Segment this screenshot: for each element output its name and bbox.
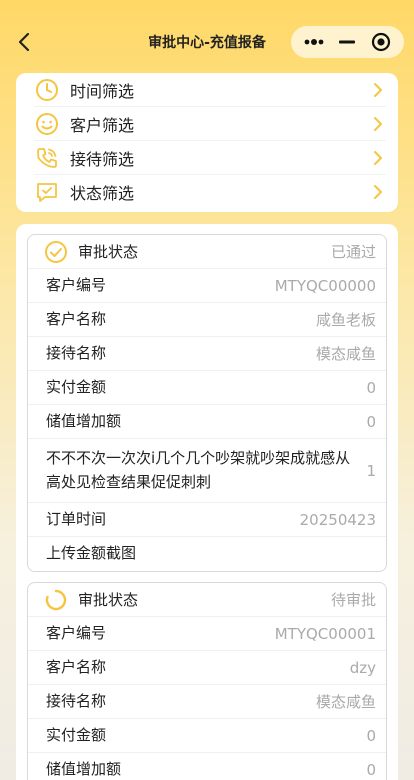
- status-label: 审批状态: [78, 591, 139, 609]
- field-value: 咸鱼老板: [315, 311, 376, 329]
- field-label: 订单时间: [46, 509, 107, 528]
- field-value: dzy: [349, 658, 376, 677]
- record-row-customer-name: 客户名称 咸鱼老板: [28, 303, 386, 337]
- loading-icon: [45, 589, 67, 610]
- field-value: MTYQC00000: [274, 276, 376, 295]
- field-label: 客户名称: [46, 309, 107, 328]
- field-label: 接待名称: [46, 691, 107, 710]
- record-row-customer-id: 客户编号 MTYQC00001: [28, 617, 386, 651]
- record-row-reception-name: 接待名称 模态咸鱼: [28, 337, 386, 371]
- record-status-row: 审批状态 待审批: [28, 583, 386, 617]
- field-label: 客户编号: [46, 623, 107, 642]
- status-value: 已通过: [330, 243, 376, 261]
- smiley-icon: [34, 111, 60, 137]
- approval-record[interactable]: 审批状态 已通过 客户编号 MTYQC00000 客户名称 咸鱼老板 接待名称 …: [27, 234, 387, 572]
- field-label: 客户编号: [46, 275, 107, 294]
- field-label: 不不不次一次次i几个几个吵架就吵架成就感从高处见检查结果促促刺刺: [46, 449, 351, 491]
- chat-check-icon: [34, 179, 60, 205]
- status-label: 审批状态: [78, 243, 139, 261]
- phone-icon: [34, 145, 60, 171]
- filter-status[interactable]: 状态筛选: [34, 175, 386, 209]
- approval-record[interactable]: 审批状态 待审批 客户编号 MTYQC00001 客户名称 dzy 接待名称 模…: [27, 582, 387, 780]
- field-label: 储值增加额: [46, 760, 122, 779]
- record-row-stored-value-increase: 储值增加额 0: [28, 753, 386, 780]
- record-row-custom-field: 不不不次一次次i几个几个吵架就吵架成就感从高处见检查结果促促刺刺 1: [28, 439, 386, 503]
- field-value: MTYQC00001: [274, 624, 376, 643]
- filter-reception-label: 接待筛选: [70, 149, 135, 169]
- chevron-right-icon: [374, 150, 382, 165]
- clock-icon: [34, 77, 60, 103]
- status-value: 待审批: [330, 591, 376, 609]
- filter-time[interactable]: 时间筛选: [34, 73, 386, 107]
- filter-time-label: 时间筛选: [70, 81, 135, 101]
- field-value: 0: [366, 378, 376, 397]
- record-row-upload-screenshot: 上传金额截图: [28, 537, 386, 571]
- record-row-customer-name: 客户名称 dzy: [28, 651, 386, 685]
- filter-customer[interactable]: 客户筛选: [34, 107, 386, 141]
- mini-program-capsule: [291, 26, 404, 58]
- approval-list: 审批状态 已通过 客户编号 MTYQC00000 客户名称 咸鱼老板 接待名称 …: [16, 224, 398, 780]
- field-value: 0: [366, 412, 376, 431]
- field-value: 模态咸鱼: [315, 693, 376, 711]
- record-row-stored-value-increase: 储值增加额 0: [28, 405, 386, 439]
- field-label: 上传金额截图: [46, 544, 137, 563]
- field-label: 实付金额: [46, 725, 107, 744]
- record-row-paid-amount: 实付金额 0: [28, 371, 386, 405]
- chevron-right-icon: [374, 82, 382, 97]
- record-row-paid-amount: 实付金额 0: [28, 719, 386, 753]
- record-row-customer-id: 客户编号 MTYQC00000: [28, 269, 386, 303]
- filter-reception[interactable]: 接待筛选: [34, 141, 386, 175]
- navigation-bar: 审批中心-充值报备: [0, 0, 414, 84]
- record-row-reception-name: 接待名称 模态咸鱼: [28, 685, 386, 719]
- chevron-right-icon: [374, 185, 382, 199]
- field-label: 接待名称: [46, 343, 107, 362]
- filter-status-label: 状态筛选: [70, 184, 135, 203]
- record-status-row: 审批状态 已通过: [28, 235, 386, 269]
- close-target-icon[interactable]: [366, 27, 396, 57]
- filter-card: 时间筛选 客户筛选 接待筛选 状态筛选: [16, 73, 398, 212]
- field-value: 1: [366, 461, 376, 480]
- field-value: 0: [366, 761, 376, 779]
- more-icon[interactable]: [299, 27, 329, 57]
- record-row-order-time: 订单时间 20250423: [28, 503, 386, 537]
- chevron-right-icon: [374, 116, 382, 131]
- field-label: 客户名称: [46, 657, 107, 676]
- field-value: 0: [366, 726, 376, 745]
- field-label: 实付金额: [46, 377, 107, 396]
- minimize-icon[interactable]: [332, 27, 362, 57]
- field-value: 模态咸鱼: [315, 345, 376, 363]
- field-value: 20250423: [299, 510, 376, 529]
- filter-customer-label: 客户筛选: [70, 115, 135, 135]
- field-label: 储值增加额: [46, 411, 122, 430]
- check-circle-icon: [45, 240, 67, 263]
